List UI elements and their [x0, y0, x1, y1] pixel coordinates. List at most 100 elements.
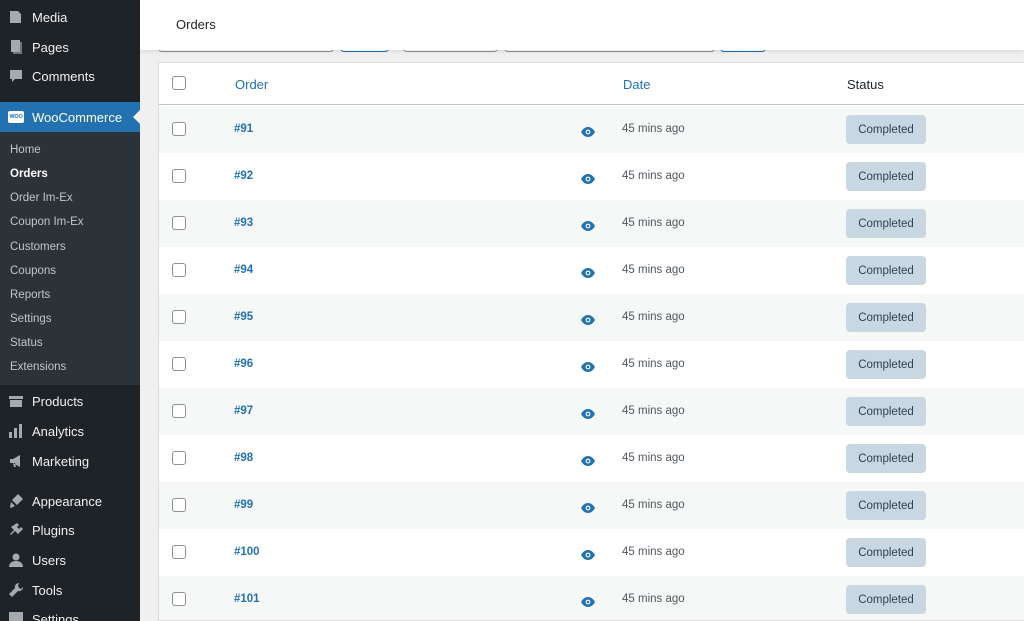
menu-item-appearance[interactable]: Appearance [0, 486, 140, 516]
table-row: #93 45 mins ago Completed [159, 200, 1024, 247]
menu-item-label: Media [32, 9, 68, 25]
status-badge: Completed [846, 256, 926, 285]
row-checkbox[interactable] [172, 592, 186, 606]
row-checkbox[interactable] [172, 357, 186, 371]
row-checkbox[interactable] [172, 545, 186, 559]
submenu-item-home[interactable]: Home [10, 141, 41, 159]
status-badge: Completed [846, 491, 926, 520]
order-number-link[interactable]: #99 [234, 499, 253, 511]
menu-item-woocommerce[interactable]: WOO WooCommerce [0, 102, 140, 132]
menu-item-tools[interactable]: Tools [0, 575, 140, 605]
order-number-link[interactable]: #97 [234, 405, 253, 417]
menu-item-settings[interactable]: Settings [0, 604, 140, 621]
submenu-item-settings[interactable]: Settings [10, 310, 52, 328]
menu-item-label: Appearance [32, 493, 103, 509]
menu-item-label: Analytics [32, 423, 85, 439]
row-checkbox[interactable] [172, 498, 186, 512]
order-number-link[interactable]: #101 [234, 593, 260, 605]
row-checkbox[interactable] [172, 122, 186, 136]
column-header-date[interactable]: Date [623, 77, 650, 92]
submenu-item-order-im-ex[interactable]: Order Im-Ex [10, 189, 73, 207]
preview-eye-icon[interactable] [581, 124, 595, 137]
status-badge: Completed [846, 585, 926, 614]
column-header-order[interactable]: Order [235, 77, 268, 92]
table-header: Order Date Status [159, 63, 1024, 105]
preview-eye-icon[interactable] [581, 312, 595, 325]
menu-item-label: Pages [32, 39, 69, 55]
order-date: 45 mins ago [622, 123, 685, 135]
submenu-item-status[interactable]: Status [10, 334, 43, 352]
submenu-item-orders[interactable]: Orders [10, 165, 48, 183]
table-row: #100 45 mins ago Completed [159, 529, 1024, 576]
column-header-status: Status [847, 77, 884, 92]
order-date: 45 mins ago [622, 405, 685, 417]
users-icon [8, 552, 24, 568]
menu-item-users[interactable]: Users [0, 545, 140, 575]
order-number-link[interactable]: #93 [234, 217, 253, 229]
menu-item-pages[interactable]: Pages [0, 32, 140, 62]
woocommerce-submenu: Home Orders Order Im-Ex Coupon Im-Ex Cus… [0, 132, 140, 385]
row-checkbox[interactable] [172, 404, 186, 418]
preview-eye-icon[interactable] [581, 171, 595, 184]
menu-item-products[interactable]: Products [0, 386, 140, 416]
menu-item-marketing[interactable]: Marketing [0, 446, 140, 476]
order-number-link[interactable]: #100 [234, 546, 260, 558]
table-row: #101 45 mins ago Completed [159, 576, 1024, 620]
menu-item-analytics[interactable]: Analytics [0, 416, 140, 446]
preview-eye-icon[interactable] [581, 500, 595, 513]
submenu-item-reports[interactable]: Reports [10, 286, 50, 304]
table-row: #97 45 mins ago Completed [159, 388, 1024, 435]
marketing-icon [8, 453, 24, 469]
preview-eye-icon[interactable] [581, 594, 595, 607]
woocommerce-badge: WOO [8, 111, 24, 123]
order-number-link[interactable]: #98 [234, 452, 253, 464]
menu-item-comments[interactable]: Comments [0, 61, 140, 91]
order-number-link[interactable]: #92 [234, 170, 253, 182]
preview-eye-icon[interactable] [581, 265, 595, 278]
row-checkbox[interactable] [172, 451, 186, 465]
status-badge: Completed [846, 162, 926, 191]
menu-item-label: Marketing [32, 453, 90, 469]
table-row: #92 45 mins ago Completed [159, 153, 1024, 200]
table-row: #91 45 mins ago Completed [159, 106, 1024, 153]
order-date: 45 mins ago [622, 358, 685, 370]
plugins-icon [8, 522, 24, 538]
order-date: 45 mins ago [622, 593, 685, 605]
order-date: 45 mins ago [622, 170, 685, 182]
select-all-checkbox[interactable] [172, 76, 186, 90]
row-checkbox[interactable] [172, 263, 186, 277]
page-header: Orders [140, 0, 1024, 50]
preview-eye-icon[interactable] [581, 453, 595, 466]
preview-eye-icon[interactable] [581, 218, 595, 231]
row-checkbox[interactable] [172, 310, 186, 324]
orders-table: Order Date Status #91 45 mins ago Comple… [158, 62, 1024, 621]
order-number-link[interactable]: #94 [234, 264, 253, 276]
row-checkbox[interactable] [172, 216, 186, 230]
preview-eye-icon[interactable] [581, 406, 595, 419]
woocommerce-icon: WOO [8, 109, 24, 125]
menu-item-plugins[interactable]: Plugins [0, 515, 140, 545]
status-badge: Completed [846, 209, 926, 238]
preview-eye-icon[interactable] [581, 547, 595, 560]
row-checkbox[interactable] [172, 169, 186, 183]
menu-item-label: Settings [32, 611, 79, 621]
order-number-link[interactable]: #91 [234, 123, 253, 135]
products-icon [8, 393, 24, 409]
status-badge: Completed [846, 303, 926, 332]
order-date: 45 mins ago [622, 264, 685, 276]
submenu-item-extensions[interactable]: Extensions [10, 358, 66, 376]
order-date: 45 mins ago [622, 452, 685, 464]
order-number-link[interactable]: #95 [234, 311, 253, 323]
preview-eye-icon[interactable] [581, 359, 595, 372]
menu-item-label: Users [32, 552, 66, 568]
submenu-item-customers[interactable]: Customers [10, 238, 66, 256]
menu-item-media[interactable]: Media [0, 2, 140, 32]
order-number-link[interactable]: #96 [234, 358, 253, 370]
order-date: 45 mins ago [622, 217, 685, 229]
submenu-item-coupons[interactable]: Coupons [10, 262, 56, 280]
submenu-item-coupon-im-ex[interactable]: Coupon Im-Ex [10, 213, 84, 231]
media-icon [8, 9, 24, 25]
menu-item-label: Tools [32, 582, 63, 598]
status-badge: Completed [846, 397, 926, 426]
menu-item-label: Comments [32, 68, 95, 84]
